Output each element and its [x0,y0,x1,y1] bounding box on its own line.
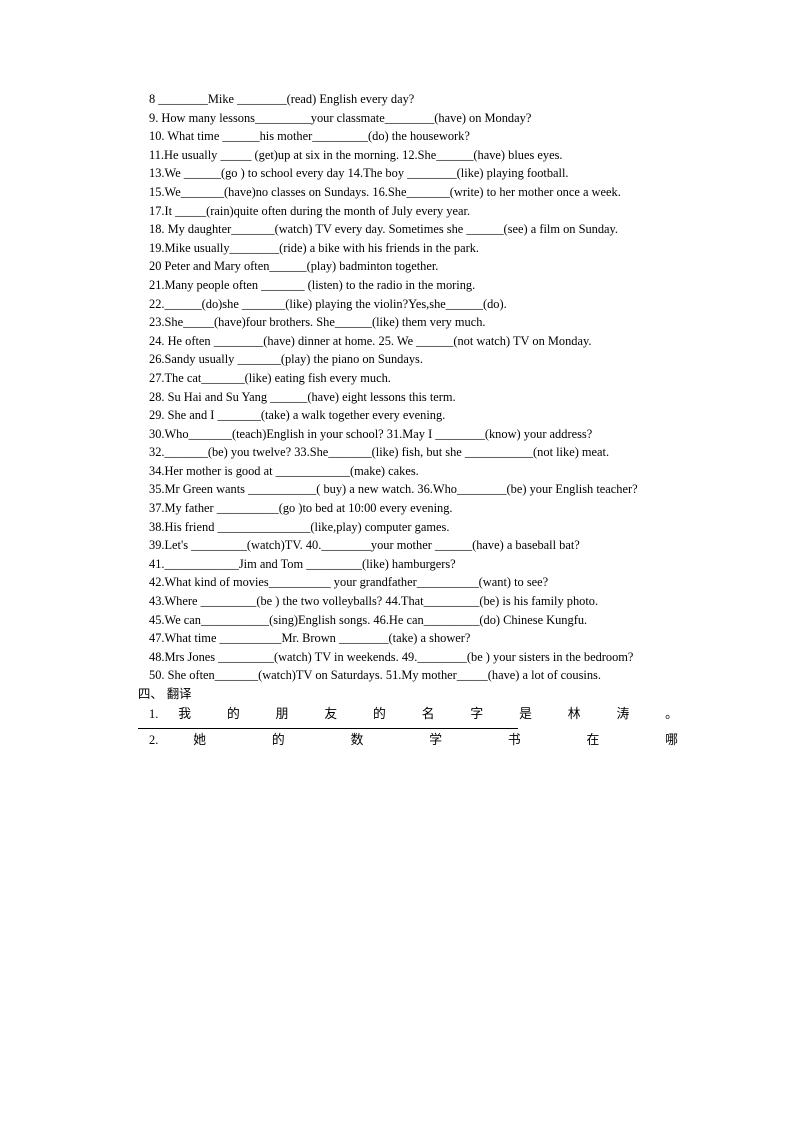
translation-prompt-number: 1. [149,706,159,721]
translation-prompt: 1. 我 的 朋 友 的 名 字 是 林 涛 。 [138,704,678,725]
exercise-item: 15.We_______(have)no classes on Sundays.… [149,184,621,199]
exercise-item: 22.______(do)she _______(like) playing t… [149,296,507,311]
exercise-list: 8 ________Mike ________(read) English ev… [138,90,678,685]
exercise-item: 19.Mike usually________(ride) a bike wit… [149,240,480,255]
exercise-item: 18. My daughter_______(watch) TV every d… [149,222,619,237]
exercise-item: 32._______(be) you twelve? 33.She_______… [149,445,610,460]
exercise-item: 27.The cat_______(like) eating fish ever… [149,370,391,385]
exercise-item: 42.What kind of movies__________ your gr… [149,575,549,590]
exercise-item: 11.He usually _____ (get)up at six in th… [149,147,563,162]
translation-section: 四、 翻译 1. 我 的 朋 友 的 名 字 是 林 涛 。 2. 她 的 数 … [138,685,678,751]
exercise-item: 28. Su Hai and Su Yang ______(have) eigh… [149,389,456,404]
worksheet-page: 8 ________Mike ________(read) English ev… [0,0,794,1123]
exercise-item: 47.What time __________Mr. Brown _______… [149,631,471,646]
answer-line[interactable] [138,727,518,729]
exercise-item: 10. What time ______his mother_________(… [149,129,470,144]
exercise-item: 8 ________Mike ________(read) English ev… [149,92,415,106]
exercise-item: 39.Let's _________(watch)TV. 40.________… [149,538,580,553]
exercise-item: 24. He often ________(have) dinner at ho… [149,333,592,348]
exercise-item: 37.My father __________(go )to bed at 10… [149,501,453,516]
translation-prompt: 2. 她 的 数 学 书 在 哪 [138,730,678,751]
exercise-item: 13.We ______(go ) to school every day 14… [149,166,569,181]
exercise-item: 45.We can___________(sing)English songs.… [149,612,588,627]
exercise-item: 48.Mrs Jones _________(watch) TV in week… [149,649,634,664]
worksheet-content: 8 ________Mike ________(read) English ev… [138,90,678,751]
exercise-item: 34.Her mother is good at ____________(ma… [149,463,419,478]
exercise-item: 17.It _____(rain)quite often during the … [149,203,471,218]
exercise-item: 41.____________Jim and Tom _________(lik… [149,556,456,571]
translation-prompt-text: 我 的 朋 友 的 名 字 是 林 涛 。 [178,706,678,722]
translation-heading: 四、 翻译 [138,686,192,701]
exercise-item: 23.She_____(have)four brothers. She_____… [149,315,486,330]
exercise-item: 35.Mr Green wants ___________( buy) a ne… [149,482,638,497]
exercise-item: 21.Many people often _______ (listen) to… [149,277,476,292]
translation-prompt-number: 2. [149,732,159,747]
exercise-item: 50. She often_______(watch)TV on Saturda… [149,668,601,683]
exercise-item: 43.Where _________(be ) the two volleyba… [149,594,599,609]
exercise-item: 9. How many lessons_________your classma… [149,110,532,125]
exercise-item: 29. She and I _______(take) a walk toget… [149,408,446,423]
exercise-item: 26.Sandy usually _______(play) the piano… [149,352,423,367]
exercise-item: 38.His friend _______________(like,play)… [149,519,450,534]
translation-prompt-text: 她 的 数 学 书 在 哪 [193,732,678,748]
exercise-item: 30.Who_______(teach)English in your scho… [149,426,593,441]
exercise-item: 20 Peter and Mary often______(play) badm… [149,259,439,274]
